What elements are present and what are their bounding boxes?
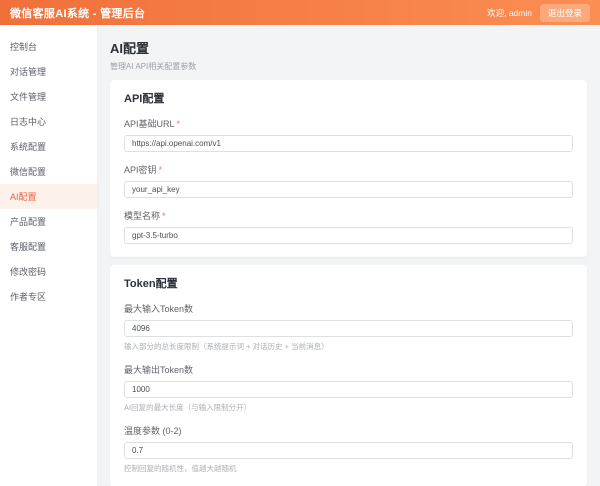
token-config-card: Token配置 最大输入Token数 输入部分的总长度限制（系统提示词 + 对话… — [110, 265, 587, 486]
model-name-label: 模型名称* — [124, 209, 573, 222]
welcome-text: 欢迎, admin — [487, 7, 532, 19]
max-input-tokens-label: 最大输入Token数 — [124, 302, 573, 315]
temperature-input[interactable] — [124, 442, 573, 459]
required-asterisk: * — [177, 119, 181, 129]
app-title: 微信客服AI系统 - 管理后台 — [10, 5, 145, 21]
sidebar-item-console[interactable]: 控制台 — [0, 34, 97, 59]
sidebar-item-ai-config[interactable]: AI配置 — [0, 184, 97, 209]
header-right: 欢迎, admin 退出登录 — [487, 4, 590, 22]
temperature-help: 控制回复的随机性，值越大越随机 — [124, 463, 573, 474]
logout-button[interactable]: 退出登录 — [540, 4, 590, 22]
sidebar-item-change-password[interactable]: 修改密码 — [0, 259, 97, 284]
sidebar: 控制台 对话管理 文件管理 日志中心 系统配置 微信配置 AI配置 产品配置 客… — [0, 25, 97, 486]
page-title: AI配置 — [110, 38, 587, 57]
sidebar-item-author-zone[interactable]: 作者专区 — [0, 284, 97, 309]
api-key-label-text: API密钥 — [124, 165, 157, 175]
api-config-section-title: API配置 — [124, 90, 573, 106]
max-output-tokens-input[interactable] — [124, 381, 573, 398]
max-output-tokens-label: 最大输出Token数 — [124, 363, 573, 376]
api-base-url-label: API基础URL* — [124, 117, 573, 130]
sidebar-item-logs[interactable]: 日志中心 — [0, 109, 97, 134]
api-key-input[interactable] — [124, 181, 573, 198]
sidebar-item-wechat-config[interactable]: 微信配置 — [0, 159, 97, 184]
temperature-label: 温度参数 (0-2) — [124, 424, 573, 437]
model-name-input[interactable] — [124, 227, 573, 244]
main-content: AI配置 管理AI API相关配置参数 API配置 API基础URL* API密… — [97, 25, 600, 486]
sidebar-item-service-config[interactable]: 客服配置 — [0, 234, 97, 259]
api-config-card: API配置 API基础URL* API密钥* 模型名称* — [110, 80, 587, 257]
sidebar-item-product-config[interactable]: 产品配置 — [0, 209, 97, 234]
api-base-url-input[interactable] — [124, 135, 573, 152]
sidebar-item-files[interactable]: 文件管理 — [0, 84, 97, 109]
required-asterisk: * — [162, 211, 166, 221]
max-input-tokens-help: 输入部分的总长度限制（系统提示词 + 对话历史 + 当前消息） — [124, 341, 573, 352]
sidebar-item-conversations[interactable]: 对话管理 — [0, 59, 97, 84]
page-subtitle: 管理AI API相关配置参数 — [110, 61, 587, 72]
max-output-tokens-help: AI回复的最大长度（与输入限制分开） — [124, 402, 573, 413]
api-key-label: API密钥* — [124, 163, 573, 176]
app-header: 微信客服AI系统 - 管理后台 欢迎, admin 退出登录 — [0, 0, 600, 25]
token-config-section-title: Token配置 — [124, 275, 573, 291]
sidebar-item-system-config[interactable]: 系统配置 — [0, 134, 97, 159]
required-asterisk: * — [159, 165, 163, 175]
max-input-tokens-input[interactable] — [124, 320, 573, 337]
api-base-url-label-text: API基础URL — [124, 119, 175, 129]
model-name-label-text: 模型名称 — [124, 211, 160, 221]
